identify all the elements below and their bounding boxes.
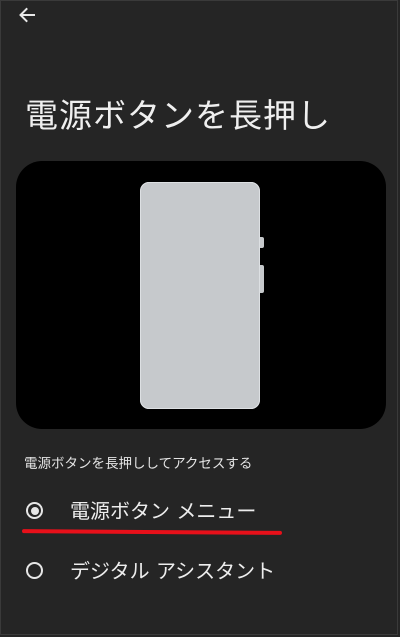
phone-illustration: [16, 161, 386, 429]
page-title: 電源ボタンを長押し: [25, 96, 331, 135]
radio-checked-icon[interactable]: [26, 502, 43, 519]
section-label: 電源ボタンを長押ししてアクセスする: [24, 456, 253, 472]
option-digital-assistant[interactable]: デジタル アシスタント: [0, 546, 400, 596]
back-button[interactable]: [12, 2, 42, 32]
phone-power-button: [260, 265, 264, 293]
phone-body: [140, 182, 260, 409]
option-label: 電源ボタン メニュー: [70, 499, 257, 523]
phone-side-button: [260, 237, 264, 248]
arrow-left-icon: [18, 6, 36, 28]
option-label: デジタル アシスタント: [70, 559, 276, 583]
radio-unchecked-icon[interactable]: [26, 562, 43, 579]
